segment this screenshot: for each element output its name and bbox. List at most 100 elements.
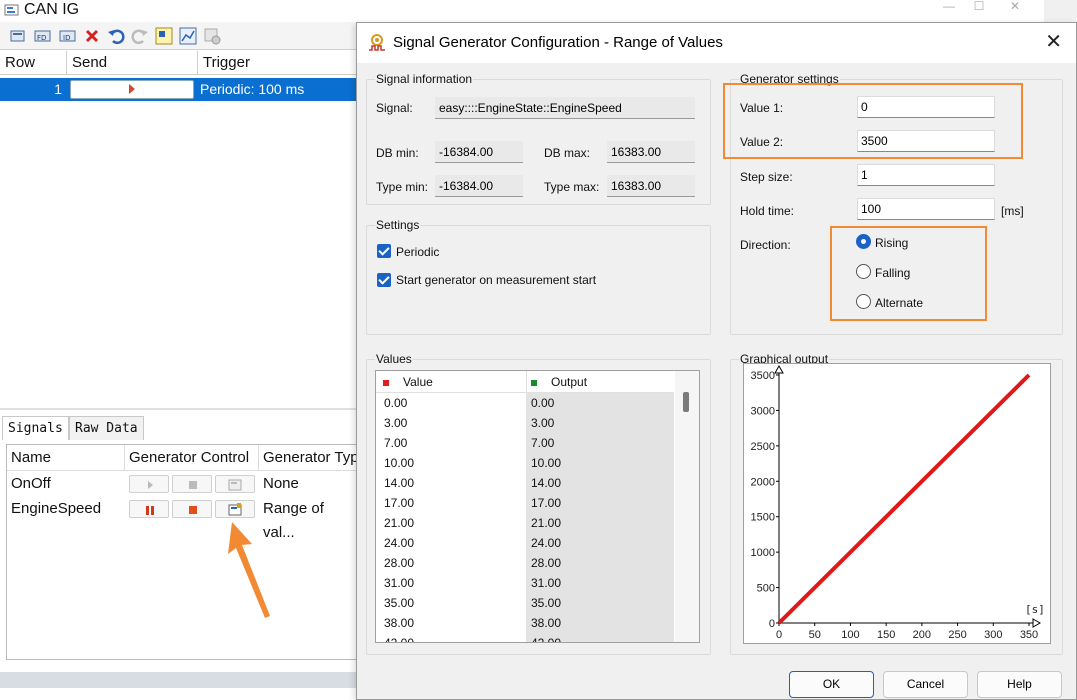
delete-icon[interactable]: [82, 26, 102, 46]
graphical-output-chart: 0 50 100 150 200 250 300 350 0 500 1000 1500 2000 250…: [743, 363, 1051, 644]
play-icon: [129, 84, 135, 94]
signal-information-group: Signal information Signal: easy::::Engin…: [366, 71, 711, 205]
configure-generator-button[interactable]: [215, 475, 255, 493]
start-generator-button[interactable]: [129, 475, 169, 493]
db-min-label: DB min:: [376, 146, 419, 160]
value-cell: 31.00: [384, 576, 415, 590]
db-max-label: DB max:: [544, 146, 591, 160]
list-item[interactable]: 35.00 35.00: [376, 593, 674, 613]
value-cell: 10.00: [384, 456, 415, 470]
list-item[interactable]: 7.00 7.00: [376, 433, 674, 453]
y-tick-label: 500: [757, 583, 775, 595]
help-button[interactable]: Help: [977, 671, 1062, 698]
list-item[interactable]: 31.00 31.00: [376, 573, 674, 593]
value-cell: 28.00: [384, 556, 415, 570]
svg-text:FD: FD: [37, 34, 46, 42]
maximize-icon[interactable]: ☐: [964, 0, 994, 12]
add-id-message-icon[interactable]: ID: [58, 26, 78, 46]
grid-header-row[interactable]: Row: [0, 51, 67, 75]
output-line: [777, 373, 1031, 625]
step-size-input[interactable]: [857, 164, 995, 186]
signals-header-generator-control[interactable]: Generator Control: [125, 445, 259, 471]
cancel-button[interactable]: Cancel: [883, 671, 968, 698]
signal-generator-icon: [369, 34, 385, 51]
list-item[interactable]: 24.00 24.00: [376, 533, 674, 553]
y-tick-label: 0: [769, 618, 775, 630]
list-item[interactable]: 0.00 0.00: [376, 393, 674, 413]
configure-icon: [228, 503, 242, 516]
grid-header-send[interactable]: Send: [67, 51, 198, 75]
add-fd-message-icon[interactable]: FD: [33, 26, 53, 46]
list-item[interactable]: 21.00 21.00: [376, 513, 674, 533]
configure-generator-button[interactable]: [215, 500, 255, 518]
minimize-icon[interactable]: —: [934, 0, 964, 12]
table-row[interactable]: OnOff None: [7, 472, 359, 496]
window-close-icon[interactable]: ✕: [1000, 0, 1030, 12]
grid-header-trigger[interactable]: Trigger: [198, 51, 358, 75]
add-message-icon[interactable]: [8, 26, 28, 46]
table-row[interactable]: EngineSpeed Range of val...: [7, 497, 359, 541]
x-tick-label: 0: [776, 629, 782, 641]
list-item[interactable]: 28.00 28.00: [376, 553, 674, 573]
type-max-field: 16383.00: [607, 175, 695, 197]
list-item[interactable]: 3.00 3.00: [376, 413, 674, 433]
value-cell: 7.00: [384, 436, 408, 450]
values-scrollbar[interactable]: [675, 371, 699, 642]
start-on-measurement-label[interactable]: Start generator on measurement start: [396, 272, 596, 288]
list-item[interactable]: 38.00 38.00: [376, 613, 674, 633]
type-min-field: -16384.00: [435, 175, 523, 197]
list-item[interactable]: 14.00 14.00: [376, 473, 674, 493]
x-tick-label: 350: [1020, 629, 1038, 641]
signal-view-icon[interactable]: [154, 26, 174, 46]
values-list[interactable]: Value Output 0.00 0.00 3.00 3.00 7.00 7.00 10.…: [375, 370, 700, 643]
graph-view-icon[interactable]: [178, 26, 198, 46]
bottom-tabs: Signals Raw Data: [0, 416, 358, 440]
splitter[interactable]: [0, 408, 358, 410]
send-button[interactable]: [70, 80, 194, 99]
hold-time-input[interactable]: [857, 198, 995, 220]
list-item[interactable]: 42.00 42.00: [376, 633, 674, 642]
stop-generator-button[interactable]: [172, 475, 212, 493]
ok-button[interactable]: OK: [789, 671, 874, 698]
configure-icon: [228, 479, 242, 491]
periodic-label[interactable]: Periodic: [396, 244, 439, 260]
values-col-value[interactable]: Value: [403, 371, 433, 393]
signal-generator-dialog: Signal Generator Configuration - Range o…: [356, 22, 1077, 700]
y-axis-arrow-icon: [774, 364, 784, 374]
value-cell: 21.00: [384, 516, 415, 530]
type-min-label: Type min:: [376, 180, 429, 194]
scrollbar-thumb[interactable]: [683, 392, 689, 412]
tab-raw-data[interactable]: Raw Data: [69, 416, 144, 440]
redo-icon[interactable]: [130, 26, 150, 46]
list-item[interactable]: 10.00 10.00: [376, 453, 674, 473]
group-title: Values: [375, 351, 413, 367]
tab-signals[interactable]: Signals: [2, 416, 69, 440]
signal-label: Signal:: [376, 101, 413, 115]
output-series-marker-icon: [531, 371, 537, 393]
output-cell: 31.00: [526, 573, 674, 593]
y-tick-label: 2500: [751, 441, 775, 453]
value-cell: 3.00: [384, 416, 408, 430]
settings-disabled-icon[interactable]: [202, 26, 222, 46]
x-tick-label: 300: [984, 629, 1002, 641]
values-col-output[interactable]: Output: [551, 371, 587, 393]
undo-icon[interactable]: [106, 26, 126, 46]
list-item[interactable]: 17.00 17.00: [376, 493, 674, 513]
signals-header-generator-type[interactable]: Generator Typ: [259, 445, 359, 471]
group-title: Signal information: [375, 71, 474, 87]
signals-header-name[interactable]: Name: [7, 445, 125, 471]
y-tick-label: 3000: [751, 405, 775, 417]
stop-generator-button[interactable]: [172, 500, 212, 518]
close-icon[interactable]: ✕: [1045, 31, 1062, 53]
start-on-measurement-checkbox[interactable]: [377, 273, 391, 287]
output-cell: 38.00: [526, 613, 674, 633]
hold-time-unit: [ms]: [1001, 204, 1024, 218]
db-max-field: 16383.00: [607, 141, 695, 163]
x-tick-label: 250: [948, 629, 966, 641]
periodic-checkbox[interactable]: [377, 244, 391, 258]
x-tick-label: 100: [841, 629, 859, 641]
signal-name: EngineSpeed: [11, 500, 102, 517]
output-cell: 24.00: [526, 533, 674, 553]
table-row[interactable]: 1 Periodic: 100 ms: [0, 78, 358, 101]
pause-generator-button[interactable]: [129, 500, 169, 518]
